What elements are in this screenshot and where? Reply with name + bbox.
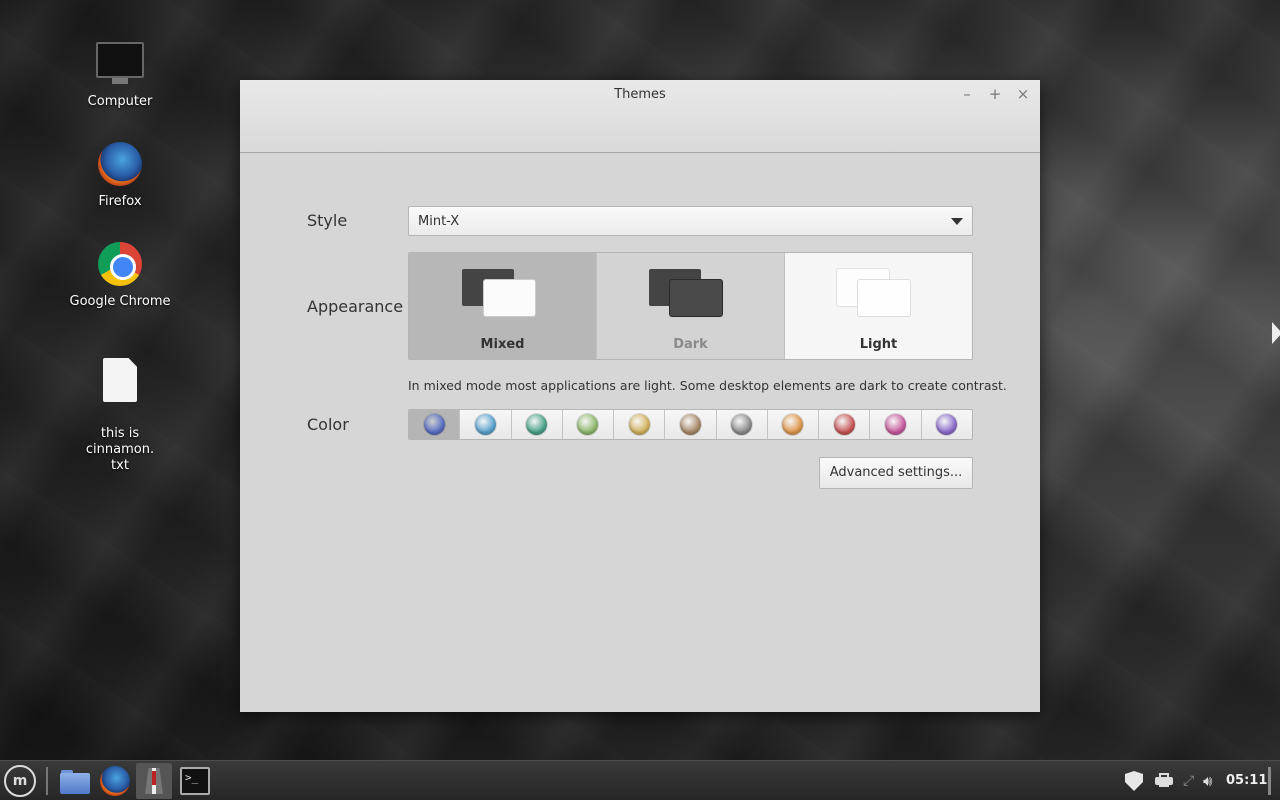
color-swatch[interactable] <box>512 410 563 439</box>
color-selector <box>408 409 973 440</box>
color-swatch[interactable] <box>614 410 666 439</box>
desktop-icon-computer[interactable]: Computer <box>65 40 175 109</box>
color-swatch[interactable] <box>665 410 717 439</box>
clock[interactable]: 05:11 <box>1226 761 1267 800</box>
advanced-settings-button[interactable]: Advanced settings... <box>819 457 973 489</box>
color-swatch[interactable] <box>717 410 768 439</box>
color-swatch[interactable] <box>768 410 820 439</box>
color-dot <box>679 414 701 435</box>
desktop-icon-label: this is cinnamon. txt <box>85 426 155 473</box>
color-dot <box>423 414 445 435</box>
monitor-icon <box>96 42 144 90</box>
maximize-button[interactable]: + <box>985 84 1005 104</box>
color-dot <box>936 414 958 435</box>
color-dot <box>833 414 855 435</box>
terminal-launcher[interactable]: >_ <box>179 765 211 797</box>
network-icon[interactable]: ⤢ <box>1183 773 1199 789</box>
color-dot <box>526 414 548 435</box>
mouse-cursor-icon <box>1272 322 1280 344</box>
firefox-icon <box>96 142 144 190</box>
color-swatch[interactable] <box>922 410 972 439</box>
titlebar[interactable]: Themes – + × <box>240 80 1040 153</box>
color-swatch[interactable] <box>563 410 615 439</box>
themes-window: Themes – + × Style Mint-X Appearance Mix… <box>240 80 1040 712</box>
appearance-selector: Mixed Dark Light <box>408 252 973 360</box>
appearance-option-label: Light <box>859 337 898 352</box>
style-dropdown[interactable]: Mint-X <box>408 206 973 236</box>
taskbar: m >_ ⤢ 🔊︎ 05:11 <box>0 760 1280 800</box>
desktop-icon-label: Google Chrome <box>69 294 171 309</box>
firefox-launcher[interactable] <box>99 765 131 797</box>
terminal-icon: >_ <box>180 767 210 795</box>
color-dot <box>731 414 753 435</box>
appearance-option-label: Dark <box>673 337 708 352</box>
volume-icon[interactable]: 🔊︎ <box>1203 771 1221 791</box>
color-dot <box>885 414 907 435</box>
close-button[interactable]: × <box>1013 84 1033 104</box>
desktop-icon-firefox[interactable]: Firefox <box>65 140 175 209</box>
color-label: Color <box>307 415 349 434</box>
window-title: Themes <box>614 87 666 102</box>
color-swatch[interactable] <box>870 410 922 439</box>
desktop-icon-text-file[interactable]: this is cinnamon. txt <box>65 340 175 490</box>
chrome-icon <box>96 242 144 290</box>
desktop-icon-label: Computer <box>87 94 153 109</box>
color-swatch[interactable] <box>409 410 461 439</box>
style-label: Style <box>307 211 348 230</box>
mint-menu-button[interactable]: m <box>4 765 36 797</box>
shield-icon[interactable] <box>1125 771 1143 791</box>
desktop-icon-chrome[interactable]: Google Chrome <box>65 240 175 309</box>
color-dot <box>782 414 804 435</box>
themes-task-button[interactable] <box>136 763 172 799</box>
appearance-option-light[interactable]: Light <box>785 253 972 359</box>
style-dropdown-value: Mint-X <box>418 214 460 229</box>
show-desktop-button[interactable] <box>1268 767 1271 795</box>
appearance-label: Appearance <box>307 297 404 316</box>
appearance-option-mixed[interactable]: Mixed <box>409 253 597 359</box>
files-launcher[interactable] <box>60 765 92 797</box>
appearance-option-label: Mixed <box>480 337 525 352</box>
color-dot <box>628 414 650 435</box>
appearance-option-dark[interactable]: Dark <box>597 253 785 359</box>
desktop-icon-label: Firefox <box>98 194 142 209</box>
printer-icon[interactable] <box>1155 773 1173 789</box>
color-swatch[interactable] <box>819 410 871 439</box>
appearance-description: In mixed mode most applications are ligh… <box>408 378 1007 393</box>
text-file-icon <box>96 358 144 406</box>
minimize-button[interactable]: – <box>957 84 977 104</box>
firefox-icon <box>100 766 130 796</box>
color-dot <box>577 414 599 435</box>
color-dot <box>474 414 496 435</box>
taskbar-separator <box>46 767 48 795</box>
color-swatch[interactable] <box>460 410 512 439</box>
dropdown-arrow-icon <box>951 218 963 225</box>
